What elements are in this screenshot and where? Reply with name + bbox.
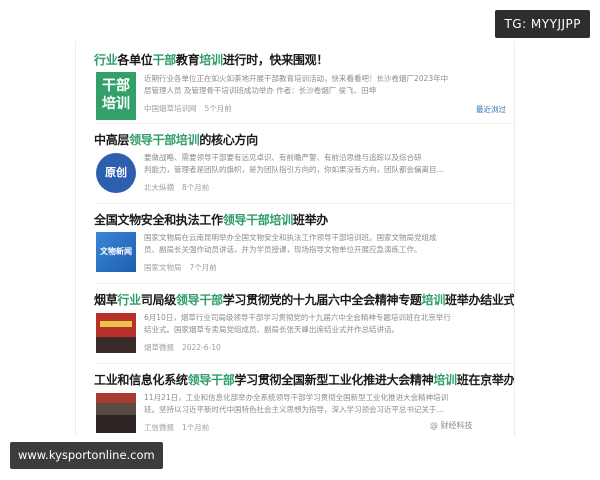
title-highlight: 领导干部	[175, 293, 223, 307]
title-text: 司局级	[140, 293, 176, 307]
divider	[94, 203, 514, 204]
result-time: 2022-6-10	[182, 343, 221, 352]
result-title[interactable]: 烟草行业司局级领导干部学习贯彻党的十九届六中全会精神专题培训班举办结业式	[94, 291, 515, 308]
title-highlight: 行业	[94, 53, 118, 67]
title-text: 中高层	[94, 133, 130, 147]
result-meta: 工信微报 1个月前	[144, 422, 209, 433]
divider	[94, 283, 514, 284]
divider	[94, 363, 514, 364]
result-thumbnail[interactable]: 干部 培训	[96, 72, 136, 120]
result-source: 烟草微报	[144, 343, 174, 352]
photo-stage	[100, 321, 132, 327]
result-time: 1个月前	[182, 423, 210, 432]
result-snippet: 近期行业各单位正在如火如荼地开展干部教育培训活动，快来看看吧！长沙卷烟厂2023…	[144, 74, 449, 95]
title-text: 教育	[175, 53, 200, 67]
result-thumbnail[interactable]: 原创	[96, 153, 136, 193]
title-text: 班在京举办	[456, 373, 515, 387]
title-text: 全国文物安全和执法工作	[94, 213, 223, 227]
site-url-badge: www.kysportonline.com	[10, 442, 163, 469]
result-source: 中国烟草培训网	[144, 104, 197, 113]
result-thumbnail[interactable]: 文物新闻	[96, 232, 136, 272]
result-snippet: 11月21日，工业和信息化部举办全系统领导干部学习贯彻全国新型工业化推进大会精神…	[144, 393, 449, 414]
result-source: 国家文物局	[144, 263, 182, 272]
title-highlight: 行业	[117, 293, 141, 307]
result-time: 5个月前	[204, 104, 232, 113]
thumbnail-text: 培训	[102, 96, 130, 112]
title-text: 班举办结业式	[445, 293, 515, 307]
title-highlight: 培训	[421, 293, 446, 307]
watermark: @ 财经科技	[430, 421, 473, 430]
result-time: 8个月前	[182, 183, 210, 192]
thumbnail-text: 干部	[102, 78, 130, 94]
result-thumbnail[interactable]	[96, 393, 136, 433]
title-highlight: 领导干部培训	[129, 133, 200, 147]
photo-banner	[96, 393, 136, 403]
result-title[interactable]: 工业和信息化系统领导干部学习贯彻全国新型工业化推进大会精神培训班在京举办	[94, 371, 515, 388]
search-results-panel: 行业各单位干部教育培训进行时，快来围观！ 干部 培训 近期行业各单位正在如火如荼…	[75, 41, 515, 436]
title-text: 进行时，快来围观！	[222, 53, 329, 67]
original-badge-text: 原创	[105, 166, 127, 179]
title-highlight: 领导干部培训	[222, 213, 294, 227]
title-highlight: 培训	[199, 53, 223, 67]
result-meta: 国家文物局 7个月前	[144, 262, 217, 273]
photo-audience	[96, 337, 136, 353]
result-snippet: 国家文物局在云南昆明举办全国文物安全和执法工作领导干部培训班。国家文物局党组成 …	[144, 233, 437, 254]
title-highlight: 干部	[152, 53, 177, 67]
result-source: 北大纵横	[144, 183, 174, 192]
recently-viewed-link[interactable]: 最近浏过	[476, 104, 506, 115]
result-title[interactable]: 全国文物安全和执法工作领导干部培训班举办	[94, 211, 328, 228]
divider	[94, 123, 514, 124]
title-text: 学习贯彻党的十九届六中全会精神专题	[222, 293, 422, 307]
result-snippet: 6月10日，烟草行业司局级领导干部学习贯彻党的十九届六中全会精神专题培训班在北京…	[144, 313, 451, 334]
title-text: 班举办	[292, 213, 329, 227]
result-meta: 烟草微报 2022-6-10	[144, 342, 221, 353]
result-meta: 中国烟草培训网 5个月前	[144, 103, 232, 114]
result-meta: 北大纵横 8个月前	[144, 182, 209, 193]
title-text: 各单位	[117, 53, 153, 67]
title-text: 学习贯彻全国新型工业化推进大会精神	[234, 373, 434, 387]
result-title[interactable]: 中高层领导干部培训的核心方向	[94, 131, 258, 148]
title-text: 烟草	[94, 293, 118, 307]
title-highlight: 领导干部	[187, 373, 235, 387]
tg-badge: TG: MYYJJPP	[495, 10, 590, 38]
result-time: 7个月前	[189, 263, 217, 272]
title-highlight: 培训	[433, 373, 457, 387]
result-source: 工信微报	[144, 423, 174, 432]
photo-seats	[96, 415, 136, 433]
result-snippet: 要做战略、需要领导干部要有远见卓识、有前瞻严警、有前沿思维与追踪以及综合研 判能…	[144, 153, 444, 174]
title-text: 的核心方向	[199, 133, 258, 147]
news-badge-text: 文物新闻	[100, 247, 132, 256]
title-text: 工业和信息化系统	[94, 373, 188, 387]
result-thumbnail[interactable]	[96, 313, 136, 353]
result-title[interactable]: 行业各单位干部教育培训进行时，快来围观！	[94, 51, 328, 68]
